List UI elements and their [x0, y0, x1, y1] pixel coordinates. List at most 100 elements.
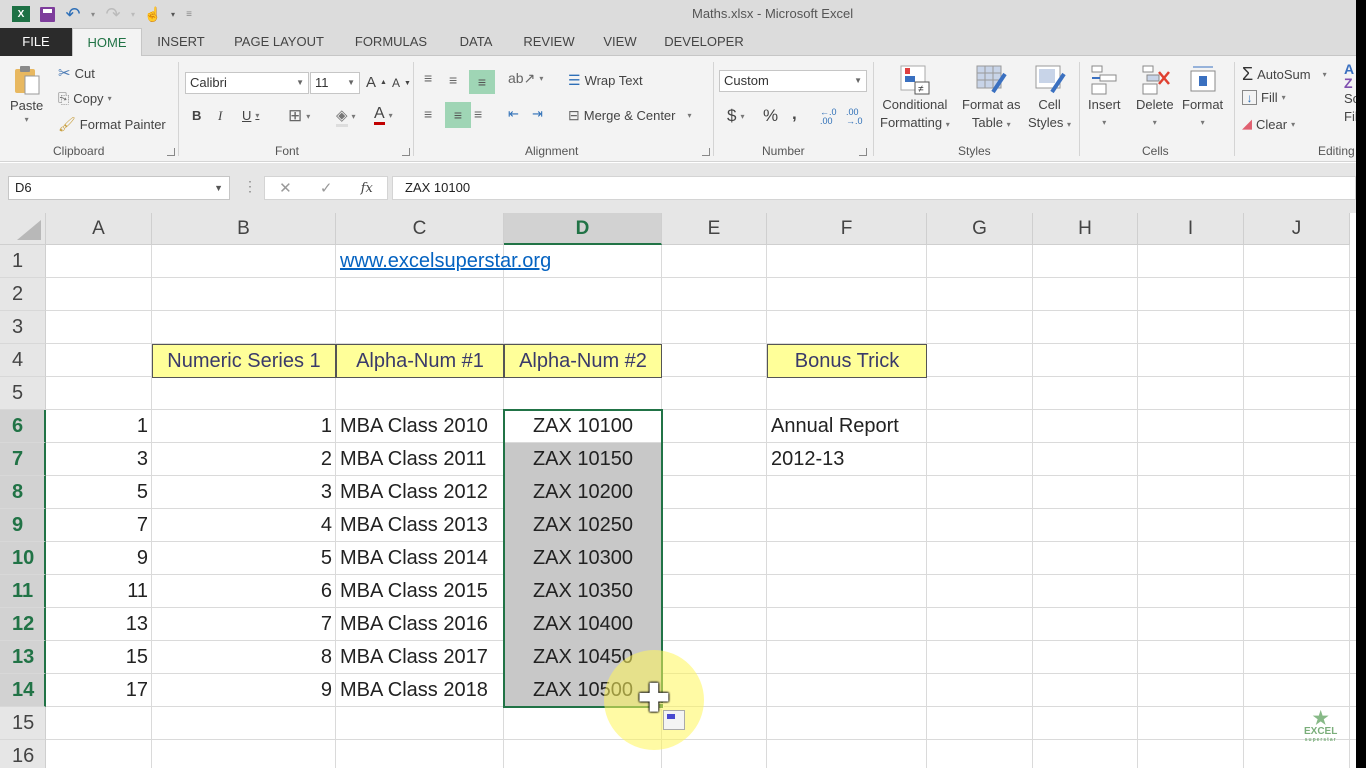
underline-dropdown-icon[interactable]: ▾ — [255, 111, 259, 120]
cut-button[interactable]: ✂ Cut — [58, 64, 95, 82]
increase-indent-button[interactable]: ⇥ — [532, 106, 543, 122]
autosum-dropdown-icon[interactable]: ▾ — [1323, 70, 1327, 79]
decrease-decimal-button[interactable]: .00 →.0 — [846, 108, 868, 126]
hyperlink-cell[interactable]: www.excelsuperstar.org — [336, 245, 596, 278]
tab-file[interactable]: FILE — [0, 28, 72, 56]
data-cell[interactable]: 2 — [152, 443, 336, 476]
alignment-launcher-icon[interactable] — [702, 148, 710, 156]
cancel-icon[interactable]: ✕ — [279, 179, 292, 197]
align-left-button[interactable]: ≡ — [424, 106, 432, 122]
underline-button[interactable]: U ▾ — [242, 108, 259, 123]
data-cell[interactable]: MBA Class 2015 — [336, 575, 504, 608]
cell-styles-button[interactable]: Cell Styles ▾ — [1028, 64, 1071, 134]
insert-dropdown-icon[interactable]: ▾ — [1102, 114, 1106, 132]
data-cell[interactable]: MBA Class 2018 — [336, 674, 504, 707]
row-header-6[interactable]: 6 — [0, 410, 46, 443]
formula-bar-resize-handle[interactable]: ⋮ — [243, 178, 257, 195]
orientation-button[interactable]: ab↗ ▾ — [508, 70, 543, 87]
format-cells-button[interactable]: Format ▾ — [1182, 64, 1223, 132]
align-center-button[interactable]: ≡ — [445, 102, 471, 128]
data-cell[interactable]: 1 — [46, 410, 152, 443]
data-cell[interactable]: MBA Class 2013 — [336, 509, 504, 542]
bottom-align-button[interactable]: ≡ — [469, 70, 495, 94]
currency-dropdown-icon[interactable]: ▾ — [740, 112, 744, 121]
wrap-text-button[interactable]: ☰ Wrap Text — [568, 72, 643, 89]
redo-dropdown-icon[interactable]: ▾ — [128, 4, 138, 24]
customize-qat-icon[interactable]: ≡ — [182, 4, 196, 24]
row-header-11[interactable]: 11 — [0, 575, 46, 608]
data-cell[interactable]: 15 — [46, 641, 152, 674]
row-header-3[interactable]: 3 — [0, 311, 46, 344]
worksheet-grid[interactable]: A B C D E F G H I J 1 2 3 4 5 6 7 8 9 10 11 12 13 14 15 16 www.exc… — [0, 213, 1356, 768]
fill-button[interactable]: ↓ Fill ▾ — [1242, 90, 1286, 105]
header-cell[interactable]: Alpha-Num #1 — [336, 344, 504, 378]
format-as-table-button[interactable]: Format as Table ▾ — [962, 64, 1021, 134]
data-cell[interactable]: Annual Report — [767, 410, 967, 443]
row-header-16[interactable]: 16 — [0, 740, 46, 768]
data-cell[interactable]: 7 — [152, 608, 336, 641]
data-cell[interactable]: 13 — [46, 608, 152, 641]
column-header-i[interactable]: I — [1138, 213, 1244, 245]
borders-button[interactable]: ⊞ ▾ — [288, 106, 310, 126]
font-name-select[interactable]: Calibri ▼ — [185, 72, 309, 94]
chevron-down-icon[interactable]: ▼ — [214, 177, 223, 199]
decrease-indent-button[interactable]: ⇤ — [508, 106, 519, 122]
comma-button[interactable]: , — [792, 104, 797, 124]
font-color-dropdown-icon[interactable]: ▾ — [389, 111, 393, 120]
font-color-button[interactable]: A ▾ — [374, 106, 393, 125]
data-cell[interactable]: 5 — [46, 476, 152, 509]
tab-developer[interactable]: DEVELOPER — [658, 28, 750, 56]
column-header-d[interactable]: D — [504, 213, 662, 245]
row-header-15[interactable]: 15 — [0, 707, 46, 740]
data-cell[interactable]: 3 — [46, 443, 152, 476]
data-cell[interactable]: MBA Class 2010 — [336, 410, 504, 443]
tab-home[interactable]: HOME — [72, 28, 142, 57]
number-format-select[interactable]: Custom ▼ — [719, 70, 867, 92]
tab-data[interactable]: DATA — [450, 28, 502, 56]
save-icon[interactable] — [36, 4, 58, 24]
column-header-g[interactable]: G — [927, 213, 1033, 245]
row-header-7[interactable]: 7 — [0, 443, 46, 476]
clear-button[interactable]: ◢ Clear ▾ — [1242, 116, 1295, 132]
shrink-font-button[interactable]: A ▼ — [392, 76, 411, 90]
tab-view[interactable]: VIEW — [596, 28, 644, 56]
column-header-f[interactable]: F — [767, 213, 927, 245]
tab-page-layout[interactable]: PAGE LAYOUT — [226, 28, 332, 56]
column-header-e[interactable]: E — [662, 213, 767, 245]
column-header-a[interactable]: A — [46, 213, 152, 245]
column-header-j[interactable]: J — [1244, 213, 1350, 245]
data-cell[interactable]: 5 — [152, 542, 336, 575]
autosum-button[interactable]: Σ AutoSum ▾ — [1242, 64, 1327, 85]
fill-dropdown-icon[interactable]: ▾ — [1282, 93, 1286, 102]
format-painter-button[interactable]: 🖌 Format Painter — [58, 116, 166, 133]
undo-dropdown-icon[interactable]: ▾ — [88, 4, 98, 24]
paste-dropdown-icon[interactable]: ▾ — [25, 115, 29, 124]
row-header-9[interactable]: 9 — [0, 509, 46, 542]
data-cell[interactable]: 4 — [152, 509, 336, 542]
data-cell[interactable]: MBA Class 2016 — [336, 608, 504, 641]
redo-icon[interactable]: ↷ — [102, 4, 124, 24]
row-header-2[interactable]: 2 — [0, 278, 46, 311]
percent-button[interactable]: % — [763, 106, 778, 126]
sort-filter-button[interactable]: AZ So Fil — [1344, 62, 1356, 126]
data-cell[interactable]: 1 — [152, 410, 336, 443]
orientation-dropdown-icon[interactable]: ▾ — [539, 74, 543, 83]
data-cell[interactable]: 6 — [152, 575, 336, 608]
tab-review[interactable]: REVIEW — [516, 28, 582, 56]
borders-dropdown-icon[interactable]: ▾ — [306, 112, 310, 121]
format-dropdown-icon[interactable]: ▾ — [1201, 114, 1205, 132]
copy-button[interactable]: ⎘ Copy ▾ — [58, 90, 112, 107]
font-size-select[interactable]: 11 ▼ — [310, 72, 360, 94]
column-header-b[interactable]: B — [152, 213, 336, 245]
row-header-12[interactable]: 12 — [0, 608, 46, 641]
middle-align-button[interactable]: ≡ — [449, 72, 457, 88]
data-cell[interactable]: MBA Class 2017 — [336, 641, 504, 674]
clipboard-launcher-icon[interactable] — [167, 148, 175, 156]
grow-font-button[interactable]: A ▲ — [366, 74, 387, 91]
align-right-button[interactable]: ≡ — [474, 106, 482, 122]
copy-dropdown-icon[interactable]: ▾ — [108, 94, 112, 103]
touch-dropdown-icon[interactable]: ▾ — [168, 4, 178, 24]
data-cell[interactable]: MBA Class 2012 — [336, 476, 504, 509]
fill-color-dropdown-icon[interactable]: ▾ — [352, 112, 356, 121]
insert-cells-button[interactable]: Insert ▾ — [1088, 64, 1121, 132]
